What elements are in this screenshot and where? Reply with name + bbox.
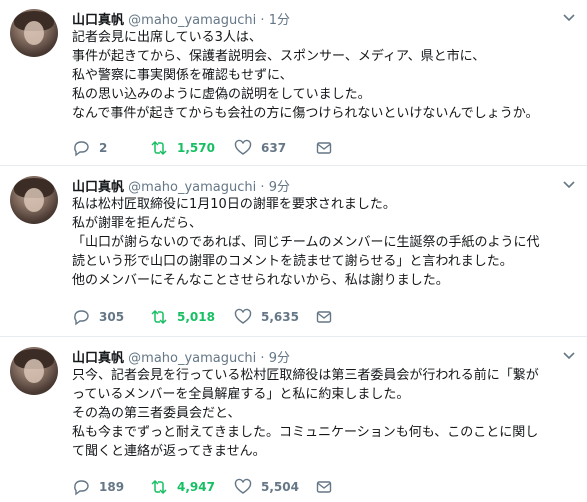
like-button[interactable]: 637 xyxy=(234,139,286,157)
like-button[interactable]: 5,504 xyxy=(234,478,299,496)
tweet-header: 山口真帆 @maho_yamaguchi · 1分 xyxy=(72,9,577,28)
retweet-button[interactable]: 5,018 xyxy=(150,308,215,326)
chevron-down-icon[interactable] xyxy=(561,347,577,363)
tweet-actions: 305 5,018 5,635 xyxy=(72,308,452,326)
reply-icon xyxy=(74,141,89,157)
tweet-1[interactable]: 山口真帆 @maho_yamaguchi · 1分 記者会見に出席している3人は… xyxy=(0,0,587,166)
tweet-text: 只今、記者会見を行っている松村匠取締役は第三者委員会が行われる前に「繋が ってい… xyxy=(72,366,581,461)
retweet-button[interactable]: 1,570 xyxy=(150,139,215,157)
tweet-actions: 2 1,570 637 xyxy=(72,139,452,157)
tweet-header: 山口真帆 @maho_yamaguchi · 9分 xyxy=(72,347,577,366)
tweet-line: 記者会見に出席している3人は、 xyxy=(72,30,262,45)
like-icon xyxy=(234,308,252,324)
reply-button[interactable]: 2 xyxy=(72,139,107,157)
avatar[interactable] xyxy=(10,347,58,395)
like-count: 5,635 xyxy=(261,310,299,324)
avatar[interactable] xyxy=(10,9,58,57)
dm-icon xyxy=(316,142,332,154)
tweet-line: その為の第三者委員会だと、 xyxy=(72,406,241,421)
retweet-button[interactable]: 4,947 xyxy=(150,478,215,496)
tweet-actions: 189 4,947 5,504 xyxy=(72,478,452,496)
retweet-icon xyxy=(151,140,167,156)
tweet-2[interactable]: 山口真帆 @maho_yamaguchi · 9分 私は松村匠取締役に1月10日… xyxy=(0,167,587,337)
tweet-line: 事件が起きてから、保護者説明会、スポンサー、メディア、県と市に、 xyxy=(72,49,486,64)
timestamp[interactable]: 1分 xyxy=(269,13,290,28)
separator-dot: · xyxy=(260,180,265,195)
like-count: 637 xyxy=(261,141,287,155)
author-name[interactable]: 山口真帆 xyxy=(72,13,124,28)
dm-button[interactable] xyxy=(315,478,333,496)
tweet-line: 私の思い込みのように虚偽の説明をしていました。 xyxy=(72,87,371,102)
reply-icon xyxy=(74,480,89,496)
like-button[interactable]: 5,635 xyxy=(234,308,299,326)
avatar[interactable] xyxy=(10,176,58,224)
tweet-line: て聞くと連絡が返ってきません。 xyxy=(72,444,266,459)
retweet-count: 4,947 xyxy=(177,480,215,494)
author-name[interactable]: 山口真帆 xyxy=(72,351,124,366)
chevron-down-icon[interactable] xyxy=(561,9,577,25)
like-count: 5,504 xyxy=(261,480,299,494)
retweet-icon xyxy=(151,479,167,495)
tweet-header: 山口真帆 @maho_yamaguchi · 9分 xyxy=(72,176,577,195)
dm-button[interactable] xyxy=(315,308,333,326)
reply-button[interactable]: 189 xyxy=(72,478,124,496)
tweet-line: 私も今までずっと耐えてきました。コミュニケーションも何も、このことに関し xyxy=(72,425,539,440)
dm-icon xyxy=(316,481,332,493)
reply-icon xyxy=(74,310,89,326)
tweet-line: 私や警察に事実関係を確認もせずに、 xyxy=(72,68,293,83)
chevron-down-icon[interactable] xyxy=(561,176,577,192)
retweet-icon xyxy=(151,309,167,325)
author-handle[interactable]: @maho_yamaguchi xyxy=(128,180,256,195)
tweet-line: 読という形で山口の謝罪のコメントを読ませて謝らせる」と言われました。 xyxy=(72,254,513,269)
tweet-line: 私は松村匠取締役に1月10日の謝罪を要求されました。 xyxy=(72,197,396,212)
tweet-line: 他のメンバーにそんなことさせられないから、私は謝りました。 xyxy=(72,273,449,288)
tweet-3[interactable]: 山口真帆 @maho_yamaguchi · 9分 只今、記者会見を行っている松… xyxy=(0,338,587,502)
timestamp[interactable]: 9分 xyxy=(269,180,290,195)
author-handle[interactable]: @maho_yamaguchi xyxy=(128,351,256,366)
reply-count: 189 xyxy=(99,480,125,494)
dm-button[interactable] xyxy=(315,139,333,157)
reply-button[interactable]: 305 xyxy=(72,308,124,326)
dm-icon xyxy=(316,311,332,323)
retweet-count: 5,018 xyxy=(177,310,215,324)
author-handle[interactable]: @maho_yamaguchi xyxy=(128,13,256,28)
separator-dot: · xyxy=(260,13,265,28)
retweet-count: 1,570 xyxy=(177,141,215,155)
author-name[interactable]: 山口真帆 xyxy=(72,180,124,195)
tweet-line: 「山口が謝らないのであれば、同じチームのメンバーに生誕祭の手紙のように代 xyxy=(72,235,540,250)
separator-dot: · xyxy=(260,351,265,366)
tweet-text: 私は松村匠取締役に1月10日の謝罪を要求されました。 私が謝罪を拒んだら、 「山… xyxy=(72,195,581,290)
tweet-line: っているメンバーを全員解雇する」と私に約束しました。 xyxy=(72,387,410,402)
timestamp[interactable]: 9分 xyxy=(269,351,290,366)
like-icon xyxy=(234,139,252,155)
tweet-line: 只今、記者会見を行っている松村匠取締役は第三者委員会が行われる前に「繋が xyxy=(72,368,539,383)
reply-count: 2 xyxy=(99,141,108,155)
tweet-line: 私が謝罪を拒んだら、 xyxy=(72,216,203,231)
tweet-line: なんで事件が起きてからも会社の方に傷つけられないといけないんでしょうか。 xyxy=(72,106,539,121)
reply-count: 305 xyxy=(99,310,125,324)
tweet-text: 記者会見に出席している3人は、 事件が起きてから、保護者説明会、スポンサー、メデ… xyxy=(72,28,581,123)
like-icon xyxy=(234,478,252,494)
